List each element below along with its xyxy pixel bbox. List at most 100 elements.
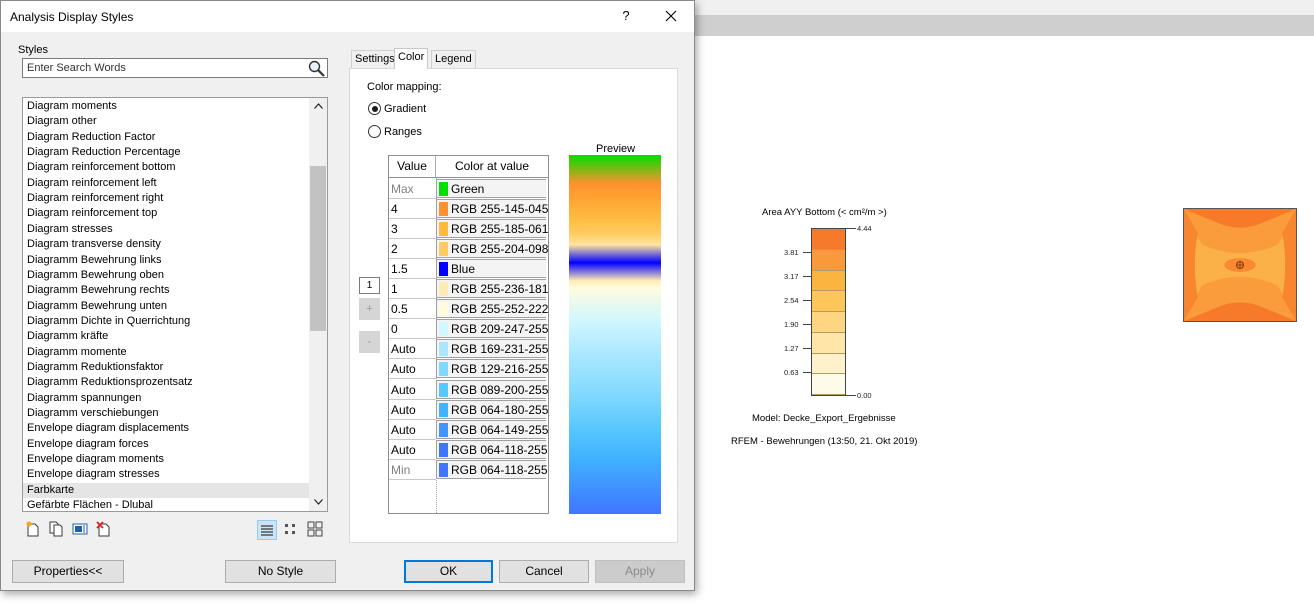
row-value[interactable]: Auto <box>391 342 416 356</box>
list-item[interactable]: Diagram other <box>23 114 309 129</box>
cancel-button[interactable]: Cancel <box>499 560 589 583</box>
list-item[interactable]: Diagramm Reduktionsprozentsatz <box>23 375 309 390</box>
list-item[interactable]: Diagram Reduction Factor <box>23 130 309 145</box>
delete-style-icon[interactable] <box>96 521 112 537</box>
list-item[interactable]: Diagram transverse density <box>23 237 309 252</box>
table-row[interactable]: 2 RGB 255-204-098 <box>389 239 548 260</box>
stop-count-field[interactable]: 1 <box>359 277 380 294</box>
rename-style-icon[interactable] <box>72 521 88 537</box>
table-row[interactable]: 1 RGB 255-236-181 <box>389 279 548 300</box>
list-item[interactable]: Diagram reinforcement right <box>23 191 309 206</box>
ranges-label[interactable]: Ranges <box>384 126 422 138</box>
gradient-label[interactable]: Gradient <box>384 103 426 115</box>
table-row[interactable]: Max Green <box>389 179 548 199</box>
scroll-up-button[interactable] <box>309 98 327 115</box>
row-value[interactable]: Auto <box>391 383 416 397</box>
color-cell[interactable]: RGB 064-118-255 <box>436 459 548 479</box>
row-value[interactable]: 3 <box>391 222 398 236</box>
styles-list-scrollbar[interactable] <box>309 98 327 511</box>
list-item[interactable]: Diagramm momente <box>23 345 309 360</box>
row-value[interactable]: Min <box>391 463 410 477</box>
new-style-icon[interactable] <box>25 521 41 537</box>
ok-button[interactable]: OK <box>404 560 493 583</box>
table-row[interactable]: 3 RGB 255-185-061 <box>389 219 548 240</box>
color-cell[interactable]: RGB 064-180-255 <box>436 399 548 419</box>
list-item[interactable]: Diagramm verschiebungen <box>23 406 309 421</box>
color-cell[interactable]: RGB 255-185-061 <box>436 219 548 239</box>
color-cell[interactable]: Green <box>436 179 546 198</box>
duplicate-style-icon[interactable] <box>48 521 64 537</box>
table-row[interactable]: 1.5 Blue <box>389 259 548 280</box>
list-view-button[interactable] <box>257 520 277 540</box>
list-item[interactable]: Envelope diagram displacements <box>23 421 309 436</box>
ranges-radio[interactable] <box>368 125 381 138</box>
tab-settings[interactable]: Settings <box>351 50 399 68</box>
styles-list[interactable]: Gefärbte Flächen - Dlubal Farbkarte Envelo… <box>22 97 328 512</box>
list-item[interactable]: Diagramm kräfte <box>23 329 309 344</box>
help-button[interactable]: ? <box>613 5 639 27</box>
row-value[interactable]: Auto <box>391 403 416 417</box>
list-item[interactable]: Diagramm spannungen <box>23 391 309 406</box>
table-row[interactable]: 0 RGB 209-247-255 <box>389 319 548 340</box>
list-item[interactable]: Diagramm Bewehrung links <box>23 253 309 268</box>
list-item[interactable]: Diagramm Dichte in Querrichtung <box>23 314 309 329</box>
table-row[interactable]: Auto RGB 089-200-255 <box>389 379 548 400</box>
row-value[interactable]: 2 <box>391 242 398 256</box>
color-cell[interactable]: RGB 064-149-255 <box>436 419 548 439</box>
table-row[interactable]: Auto RGB 064-149-255 <box>389 419 548 440</box>
row-value[interactable]: 0.5 <box>391 302 408 316</box>
no-style-button[interactable]: No Style <box>225 560 336 583</box>
color-cell[interactable]: RGB 255-145-045 <box>436 199 548 219</box>
table-row[interactable]: 4 RGB 255-145-045 <box>389 199 548 220</box>
tab-legend[interactable]: Legend <box>431 50 476 68</box>
list-item[interactable]: Diagram reinforcement left <box>23 176 309 191</box>
properties-button[interactable]: Properties<< <box>12 560 124 583</box>
large-icons-view-button[interactable] <box>306 520 326 540</box>
row-value[interactable]: 0 <box>391 322 398 336</box>
tab-color[interactable]: Color <box>394 48 429 69</box>
list-item[interactable]: Diagram moments <box>23 99 309 114</box>
list-item[interactable]: Diagram stresses <box>23 222 309 237</box>
color-cell[interactable]: RGB 129-216-255 <box>436 359 548 379</box>
list-item[interactable]: Diagramm Bewehrung oben <box>23 268 309 283</box>
list-item[interactable]: Envelope diagram forces <box>23 437 309 452</box>
color-cell[interactable]: RGB 255-252-222 <box>436 299 548 319</box>
remove-stop-button[interactable]: - <box>359 331 380 353</box>
list-item[interactable]: Farbkarte <box>23 482 309 499</box>
add-stop-button[interactable]: + <box>359 298 380 320</box>
table-row[interactable]: 0.5 RGB 255-252-222 <box>389 299 548 320</box>
list-item[interactable]: Diagramm Reduktionsfaktor <box>23 360 309 375</box>
row-value[interactable]: 4 <box>391 202 398 216</box>
color-cell[interactable]: RGB 064-118-255 <box>436 439 548 459</box>
list-item[interactable]: Diagramm Bewehrung rechts <box>23 283 309 298</box>
apply-button[interactable]: Apply <box>595 560 685 583</box>
row-value[interactable]: Auto <box>391 423 416 437</box>
table-row[interactable]: Auto RGB 064-180-255 <box>389 399 548 420</box>
column-header-value[interactable]: Value <box>389 156 436 178</box>
list-item[interactable]: Gefärbte Flächen - Dlubal <box>23 498 309 511</box>
color-cell[interactable]: RGB 209-247-255 <box>436 319 548 339</box>
color-cell[interactable]: RGB 255-204-098 <box>436 239 548 259</box>
color-cell[interactable]: Blue <box>436 259 546 279</box>
color-cell[interactable]: RGB 089-200-255 <box>436 379 548 399</box>
color-cell[interactable]: RGB 169-231-255 <box>436 339 548 359</box>
small-icons-view-button[interactable] <box>282 520 302 540</box>
search-icon[interactable] <box>307 59 326 77</box>
close-button[interactable] <box>656 5 686 27</box>
list-item[interactable]: Diagramm Bewehrung unten <box>23 299 309 314</box>
row-value[interactable]: Auto <box>391 362 416 376</box>
row-value[interactable]: Max <box>391 182 414 196</box>
list-item[interactable]: Diagram reinforcement top <box>23 206 309 221</box>
color-cell[interactable]: RGB 255-236-181 <box>436 279 548 299</box>
table-row[interactable]: Auto RGB 129-216-255 <box>389 359 548 380</box>
table-row[interactable]: Auto RGB 064-118-255 <box>389 439 548 460</box>
column-header-color[interactable]: Color at value <box>436 156 548 178</box>
list-item[interactable]: Envelope diagram stresses <box>23 467 309 482</box>
list-item[interactable]: Diagram Reduction Percentage <box>23 145 309 160</box>
table-row[interactable]: Min RGB 064-118-255 <box>389 459 548 480</box>
table-row[interactable]: Auto RGB 169-231-255 <box>389 339 548 360</box>
gradient-radio[interactable] <box>368 102 381 115</box>
list-item[interactable]: Diagram reinforcement bottom <box>23 160 309 175</box>
scroll-thumb[interactable] <box>310 166 326 331</box>
row-value[interactable]: 1 <box>391 282 398 296</box>
